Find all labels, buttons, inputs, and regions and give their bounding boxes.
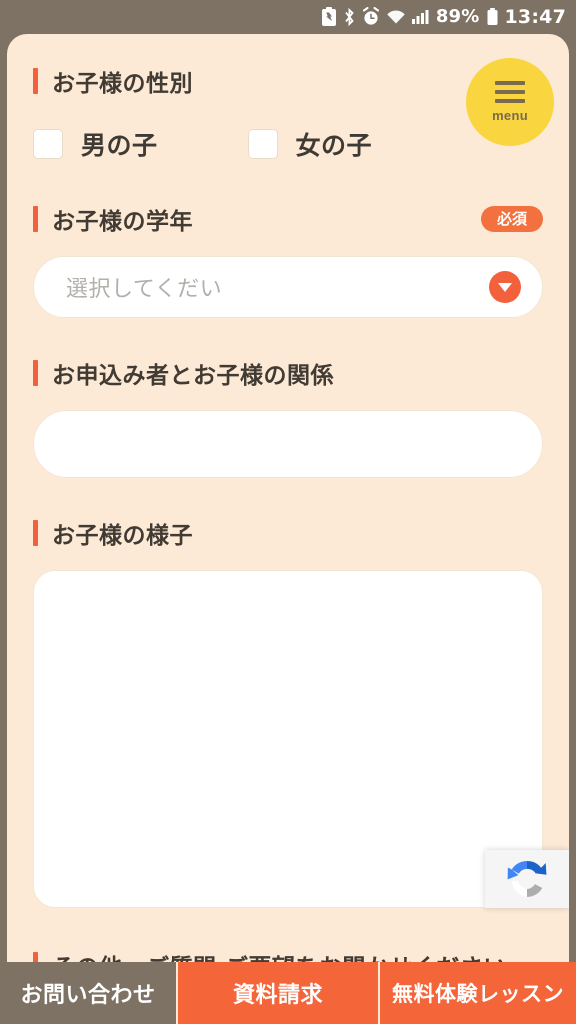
wifi-icon <box>386 7 406 27</box>
battery-percent-label: 89% <box>435 6 480 27</box>
section-accent-bar <box>33 952 38 962</box>
chevron-down-icon[interactable] <box>489 271 521 303</box>
checkbox-girl-box[interactable] <box>247 129 278 159</box>
battery-saver-icon <box>321 7 337 27</box>
bluetooth-icon <box>343 7 356 27</box>
grade-select-placeholder: 選択してくだい <box>66 277 223 302</box>
section-accent-bar <box>33 520 38 546</box>
nav-documents-button[interactable]: 資料請求 <box>176 962 378 1024</box>
section-relationship-heading: お申込み者とお子様の関係 <box>33 356 543 390</box>
alarm-icon <box>362 7 380 27</box>
section-grade-heading: お子様の学年 必須 <box>33 202 543 236</box>
clock-label: 13:47 <box>504 5 566 28</box>
status-bar: 89% 13:47 <box>0 0 576 34</box>
recaptcha-icon <box>507 860 547 897</box>
section-relationship-title: お申込み者とお子様の関係 <box>52 363 334 389</box>
section-accent-bar <box>33 206 38 232</box>
recaptcha-badge[interactable] <box>485 850 569 908</box>
section-relationship: お申込み者とお子様の関係 <box>33 318 543 478</box>
grade-select-wrapper[interactable]: 選択してくだい <box>33 256 543 318</box>
section-accent-bar <box>33 68 38 94</box>
bottom-navigation: お問い合わせ 資料請求 無料体験レッスン <box>0 962 576 1024</box>
checkbox-girl-label: 女の子 <box>295 131 373 160</box>
checkbox-boy[interactable]: 男の子 <box>33 126 158 162</box>
menu-button[interactable]: menu <box>466 58 554 146</box>
section-child-state-heading: お子様の様子 <box>33 516 543 550</box>
section-gender-title: お子様の性別 <box>52 71 193 97</box>
section-other-title: その他 ご質問・ご要望をお聞かせください <box>52 948 507 962</box>
section-grade-title: お子様の学年 <box>52 209 193 235</box>
gender-checkbox-group: 男の子 女の子 <box>33 126 543 162</box>
nav-free-lesson-button[interactable]: 無料体験レッスン <box>378 962 576 1024</box>
section-other-heading: その他 ご質問・ご要望をお聞かせください <box>33 948 543 962</box>
nav-contact-button[interactable]: お問い合わせ <box>0 962 176 1024</box>
signal-icon <box>411 7 430 27</box>
menu-button-label: menu <box>492 108 528 123</box>
battery-icon <box>486 7 499 27</box>
section-child-state-title: お子様の様子 <box>52 523 193 549</box>
child-state-textarea[interactable] <box>33 570 543 908</box>
checkbox-boy-box[interactable] <box>33 129 63 159</box>
hamburger-icon <box>495 81 525 103</box>
checkbox-girl[interactable]: 女の子 <box>247 126 373 162</box>
required-badge: 必須 <box>480 205 543 233</box>
checkbox-boy-label: 男の子 <box>81 131 158 160</box>
grade-select[interactable]: 選択してくだい <box>33 256 543 318</box>
section-other: その他 ご質問・ご要望をお聞かせください <box>33 908 543 962</box>
section-accent-bar <box>33 360 38 386</box>
section-grade: お子様の学年 必須 選択してくだい <box>33 162 543 318</box>
relationship-input[interactable] <box>33 410 543 478</box>
section-child-state: お子様の様子 <box>33 478 543 908</box>
form-card: menu お子様の性別 男の子 女の子 お子様の学年 必須 選択してくだい お申… <box>7 34 569 962</box>
